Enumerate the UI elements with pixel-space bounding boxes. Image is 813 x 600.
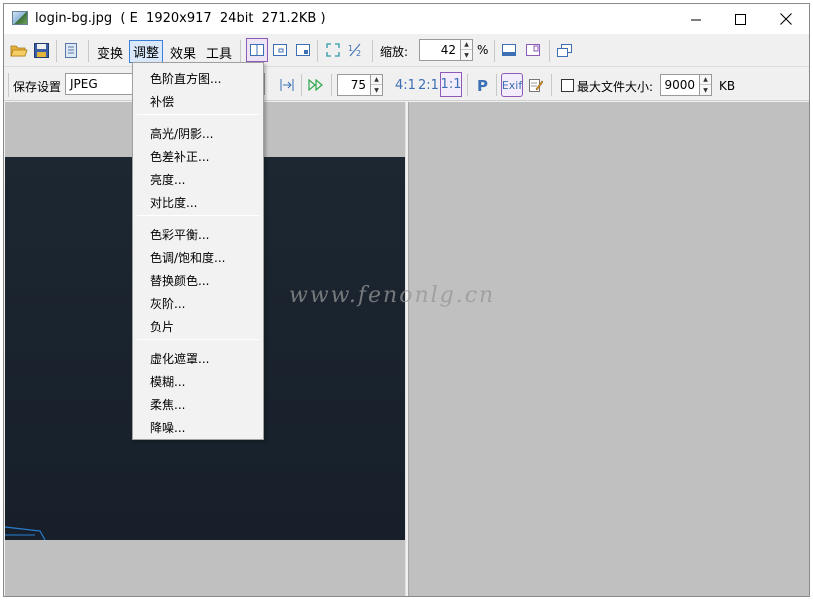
spin-down-icon[interactable]: ▼ [461,50,472,60]
save-settings-label: 保存设置 [13,80,62,94]
exif-button[interactable]: Exif [501,73,523,97]
svg-text:2: 2 [356,49,361,57]
panel-left-icon [502,44,516,56]
window-view-icon [273,44,287,56]
edit-note-icon [529,79,543,92]
save-button[interactable] [33,42,49,58]
exif-label: Exif [501,78,523,92]
zoom-unit: % [477,43,489,57]
quality-input[interactable]: 75 [337,74,371,96]
fit-screen-icon [326,43,340,57]
quality-spinner[interactable]: ▲ ▼ [370,74,383,96]
multi-window-icon [556,43,572,57]
menu-item-unsharp-mask[interactable]: 虚化遮罩... [150,350,209,367]
zoom-input[interactable]: 42 [419,39,461,61]
panel-right-button[interactable] [525,42,541,58]
menu-effects[interactable]: 效果 [170,43,196,62]
app-image-icon [12,11,28,25]
spin-up-icon[interactable]: ▲ [700,75,711,85]
multi-window-button[interactable] [556,42,572,58]
edit-note-button[interactable] [528,77,544,93]
menu-item-brightness[interactable]: 亮度... [150,171,185,188]
minimize-button[interactable] [673,4,719,34]
fit-screen-button[interactable] [325,42,341,58]
fast-forward-icon [308,79,323,91]
maximize-button[interactable] [717,4,763,34]
adjust-dropdown-menu: 色阶直方图... 补偿 高光/阴影... 色差补正... 亮度... 对比度..… [132,62,264,440]
zoom-label: 缩放: [380,45,409,59]
properties-button[interactable] [64,42,78,58]
fit-width-icon [280,79,294,91]
window-title: login-bg.jpg ( E 1920x917 24bit 271.2KB … [35,11,326,26]
max-size-unit: KB [719,79,736,93]
menu-item-hue-saturation[interactable]: 色调/饱和度... [150,249,226,266]
panel-left-button[interactable] [501,42,517,58]
menu-separator [137,114,259,115]
menu-item-levels-histogram[interactable]: 色阶直方图... [150,70,221,87]
menu-item-negative[interactable]: 负片 [150,318,174,335]
svg-text:1: 1 [348,44,353,53]
ratio-1-1-button[interactable]: 1:1 [440,72,462,97]
save-disk-icon [33,42,49,58]
max-size-input[interactable]: 9000 [660,74,700,96]
menu-item-soft-focus[interactable]: 柔焦... [150,396,185,413]
split-view-button[interactable] [246,38,268,62]
spin-down-icon[interactable]: ▼ [371,85,382,95]
preview-pane[interactable] [409,102,809,596]
menu-adjust[interactable]: 调整 [129,40,164,63]
menu-item-color-balance[interactable]: 色彩平衡... [150,226,209,243]
maximize-icon [734,13,746,25]
menu-item-blur[interactable]: 模糊... [150,373,185,390]
menu-item-contrast[interactable]: 对比度... [150,194,197,211]
max-size-checkbox[interactable] [561,79,574,92]
spin-up-icon[interactable]: ▲ [371,75,382,85]
panel-right-icon [526,44,540,56]
zoom-spinner[interactable]: ▲ ▼ [460,39,473,61]
menu-item-highlight-shadow[interactable]: 高光/阴影... [150,125,214,142]
batch-button[interactable] [307,77,325,93]
ratio-2-1-button[interactable]: 2:1 [418,78,439,93]
close-button[interactable] [763,4,809,34]
menu-item-color-correction[interactable]: 色差补正... [150,148,209,165]
close-icon [780,13,792,25]
window-view-button[interactable] [272,42,288,58]
split-view-icon [250,44,264,56]
menu-transform[interactable]: 变换 [97,43,123,62]
spin-up-icon[interactable]: ▲ [461,40,472,50]
document-icon [65,42,77,58]
preview-view-button[interactable] [295,42,311,58]
save-settings-toolbar: 保存设置 JPEG ∨ 75 ▲ ▼ 4:1 2:1 1:1 P Exif [4,68,809,101]
watermark-text: www.fenonlg.cn [289,283,496,308]
max-size-spinner[interactable]: ▲ ▼ [699,74,712,96]
folder-open-icon [10,45,28,56]
fit-width-button[interactable] [279,77,295,93]
menu-item-grayscale[interactable]: 灰阶... [150,295,185,312]
menu-separator [137,339,259,340]
title-bar: login-bg.jpg ( E 1920x917 24bit 271.2KB … [4,4,809,34]
ratio-1-1-label: 1:1 [440,77,462,92]
p-button[interactable]: P [477,77,488,95]
menu-item-replace-color[interactable]: 替换颜色... [150,272,209,289]
menu-item-denoise[interactable]: 降噪... [150,419,185,436]
menu-tools[interactable]: 工具 [206,43,232,62]
menu-item-compensate[interactable]: 补偿 [150,93,174,110]
format-value: JPEG [70,77,98,91]
ratio-4-1-button[interactable]: 4:1 [395,78,416,93]
max-size-label: 最大文件大小: [577,80,654,94]
half-size-icon: 12 [348,43,361,57]
main-toolbar: 变换 调整 效果 工具 12 缩放: 42 ▲ ▼ % [4,34,809,67]
menu-separator [137,215,259,216]
minimize-icon [690,19,701,20]
spin-down-icon[interactable]: ▼ [700,85,711,95]
open-folder-button[interactable] [10,42,28,58]
preview-view-icon [296,44,310,56]
half-size-button[interactable]: 12 [347,42,363,58]
